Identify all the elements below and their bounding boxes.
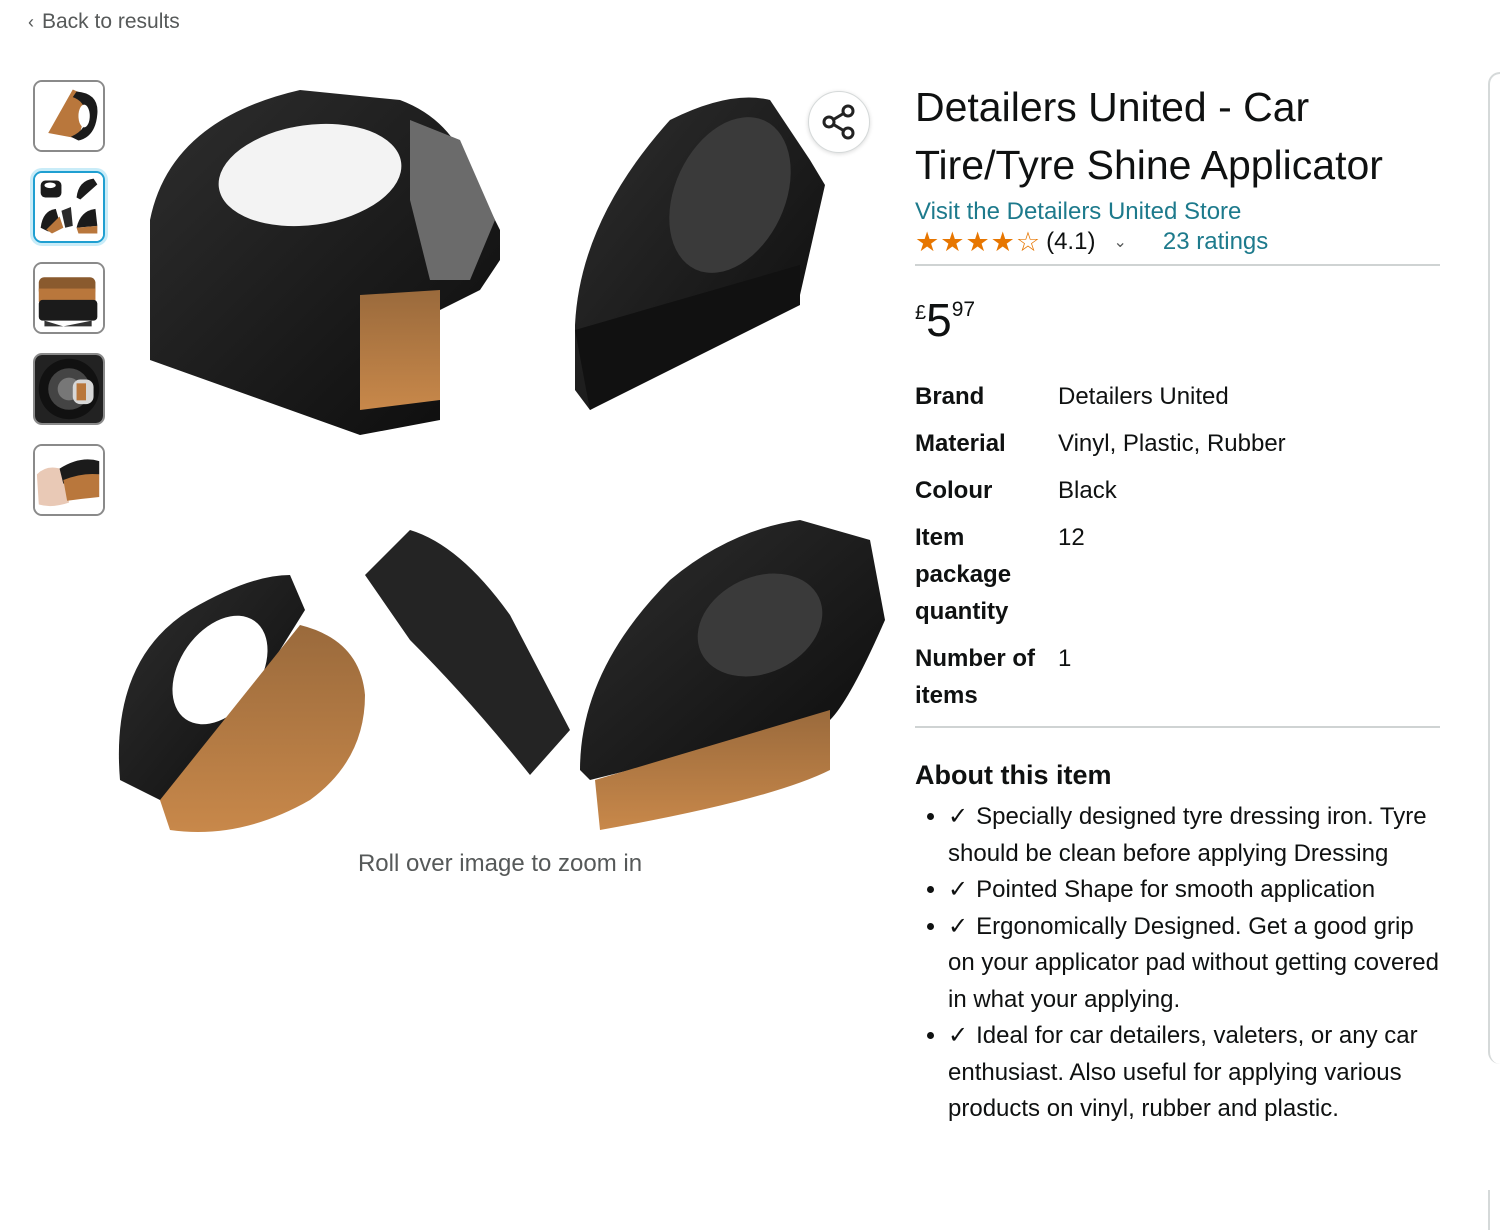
main-product-image[interactable] [110,80,900,840]
bullet-text: Ergonomically Designed. Get a good grip … [948,912,1439,1013]
thumbnail-2[interactable] [33,171,105,243]
back-label: Back to results [42,10,180,33]
thumbnail-4[interactable] [33,353,105,425]
rating-row: ★ ★ ★ ★ ☆ (4.1) ⌄ 23 ratings [915,228,1440,256]
thumbnail-5[interactable] [33,444,105,516]
price-fraction: 97 [951,298,976,321]
checkmark-icon: ✓ [948,803,969,830]
spec-value: Vinyl, Plastic, Rubber [1058,430,1286,457]
list-item: ✓ Pointed Shape for smooth application [948,872,1440,909]
spec-label: Colour [915,477,993,504]
spec-row: Number of items 1 [915,640,1440,724]
brush-multi-view-icon [35,173,103,241]
price: £ 5 97 [915,296,1440,344]
chevron-left-icon: ‹ [28,11,34,32]
product-photo-illustration [118,90,885,832]
divider [915,264,1440,266]
star-full-icon: ★ [965,226,990,257]
buy-box-edge [1488,72,1500,1064]
spec-value: Detailers United [1058,383,1229,410]
bullet-text: Pointed Shape for smooth application [976,876,1376,903]
star-full-icon: ★ [990,226,1015,257]
spec-value: 1 [1058,645,1072,672]
zoom-hint: Roll over image to zoom in [357,850,643,877]
back-to-results-link[interactable]: ‹ Back to results [28,10,180,34]
checkmark-icon: ✓ [948,1022,969,1049]
checkmark-icon: ✓ [948,912,969,940]
divider [915,726,1440,728]
spec-row: Material Vinyl, Plastic, Rubber [915,425,1440,472]
brush-on-tyre-icon [35,355,103,423]
thumbnail-strip [33,80,109,535]
checkmark-icon: ✓ [948,876,969,903]
spec-label: Item package quantity [915,524,1012,625]
price-currency: £ [915,302,927,324]
thumbnail-3[interactable] [33,262,105,334]
bullet-text: Specially designed tyre dressing iron. T… [948,803,1427,867]
product-info-panel: Detailers United - Car Tire/Tyre Shine A… [915,78,1440,1128]
star-full-icon: ★ [940,226,965,257]
store-link[interactable]: Visit the Detailers United Store [915,198,1241,226]
brush-in-hand-icon [35,446,103,514]
list-item: ✓Specially designed tyre dressing iron. … [948,799,1440,872]
ratings-count-link[interactable]: 23 ratings [1163,228,1268,256]
spec-label: Brand [915,383,985,410]
about-heading: About this item [915,760,1112,790]
spec-value: Black [1058,477,1117,504]
spec-value: 12 [1058,524,1085,551]
list-item: ✓Ideal for car detailers, valeters, or a… [948,1018,1440,1128]
rating-value: (4.1) [1046,228,1096,255]
spec-label: Number of items [915,645,1035,709]
spec-row: Colour Black [915,472,1440,519]
share-button[interactable] [808,91,870,153]
spec-row: Brand Detailers United [915,378,1440,425]
star-full-icon: ★ [915,226,940,257]
spec-label: Material [915,430,1006,457]
thumbnail-1[interactable] [33,80,105,152]
buy-box-edge [1488,1190,1500,1230]
share-icon [822,104,855,140]
bullet-text: Ideal for car detailers, valeters, or an… [948,1022,1418,1122]
list-item: ✓Ergonomically Designed. Get a good grip… [948,909,1440,1019]
star-rating[interactable]: ★ ★ ★ ★ ☆ [915,226,1041,257]
about-bullets: ✓Specially designed tyre dressing iron. … [915,799,1440,1128]
star-empty-icon: ☆ [1015,226,1041,257]
brush-side-view-icon [35,82,103,150]
price-whole: 5 [926,294,952,346]
product-title: Detailers United - Car Tire/Tyre Shine A… [915,84,1383,188]
chevron-down-icon[interactable]: ⌄ [1113,232,1126,252]
spec-row: Item package quantity 12 [915,519,1440,640]
product-specs-table: Brand Detailers United Material Vinyl, P… [915,378,1440,724]
brush-open-view-icon [35,264,103,332]
